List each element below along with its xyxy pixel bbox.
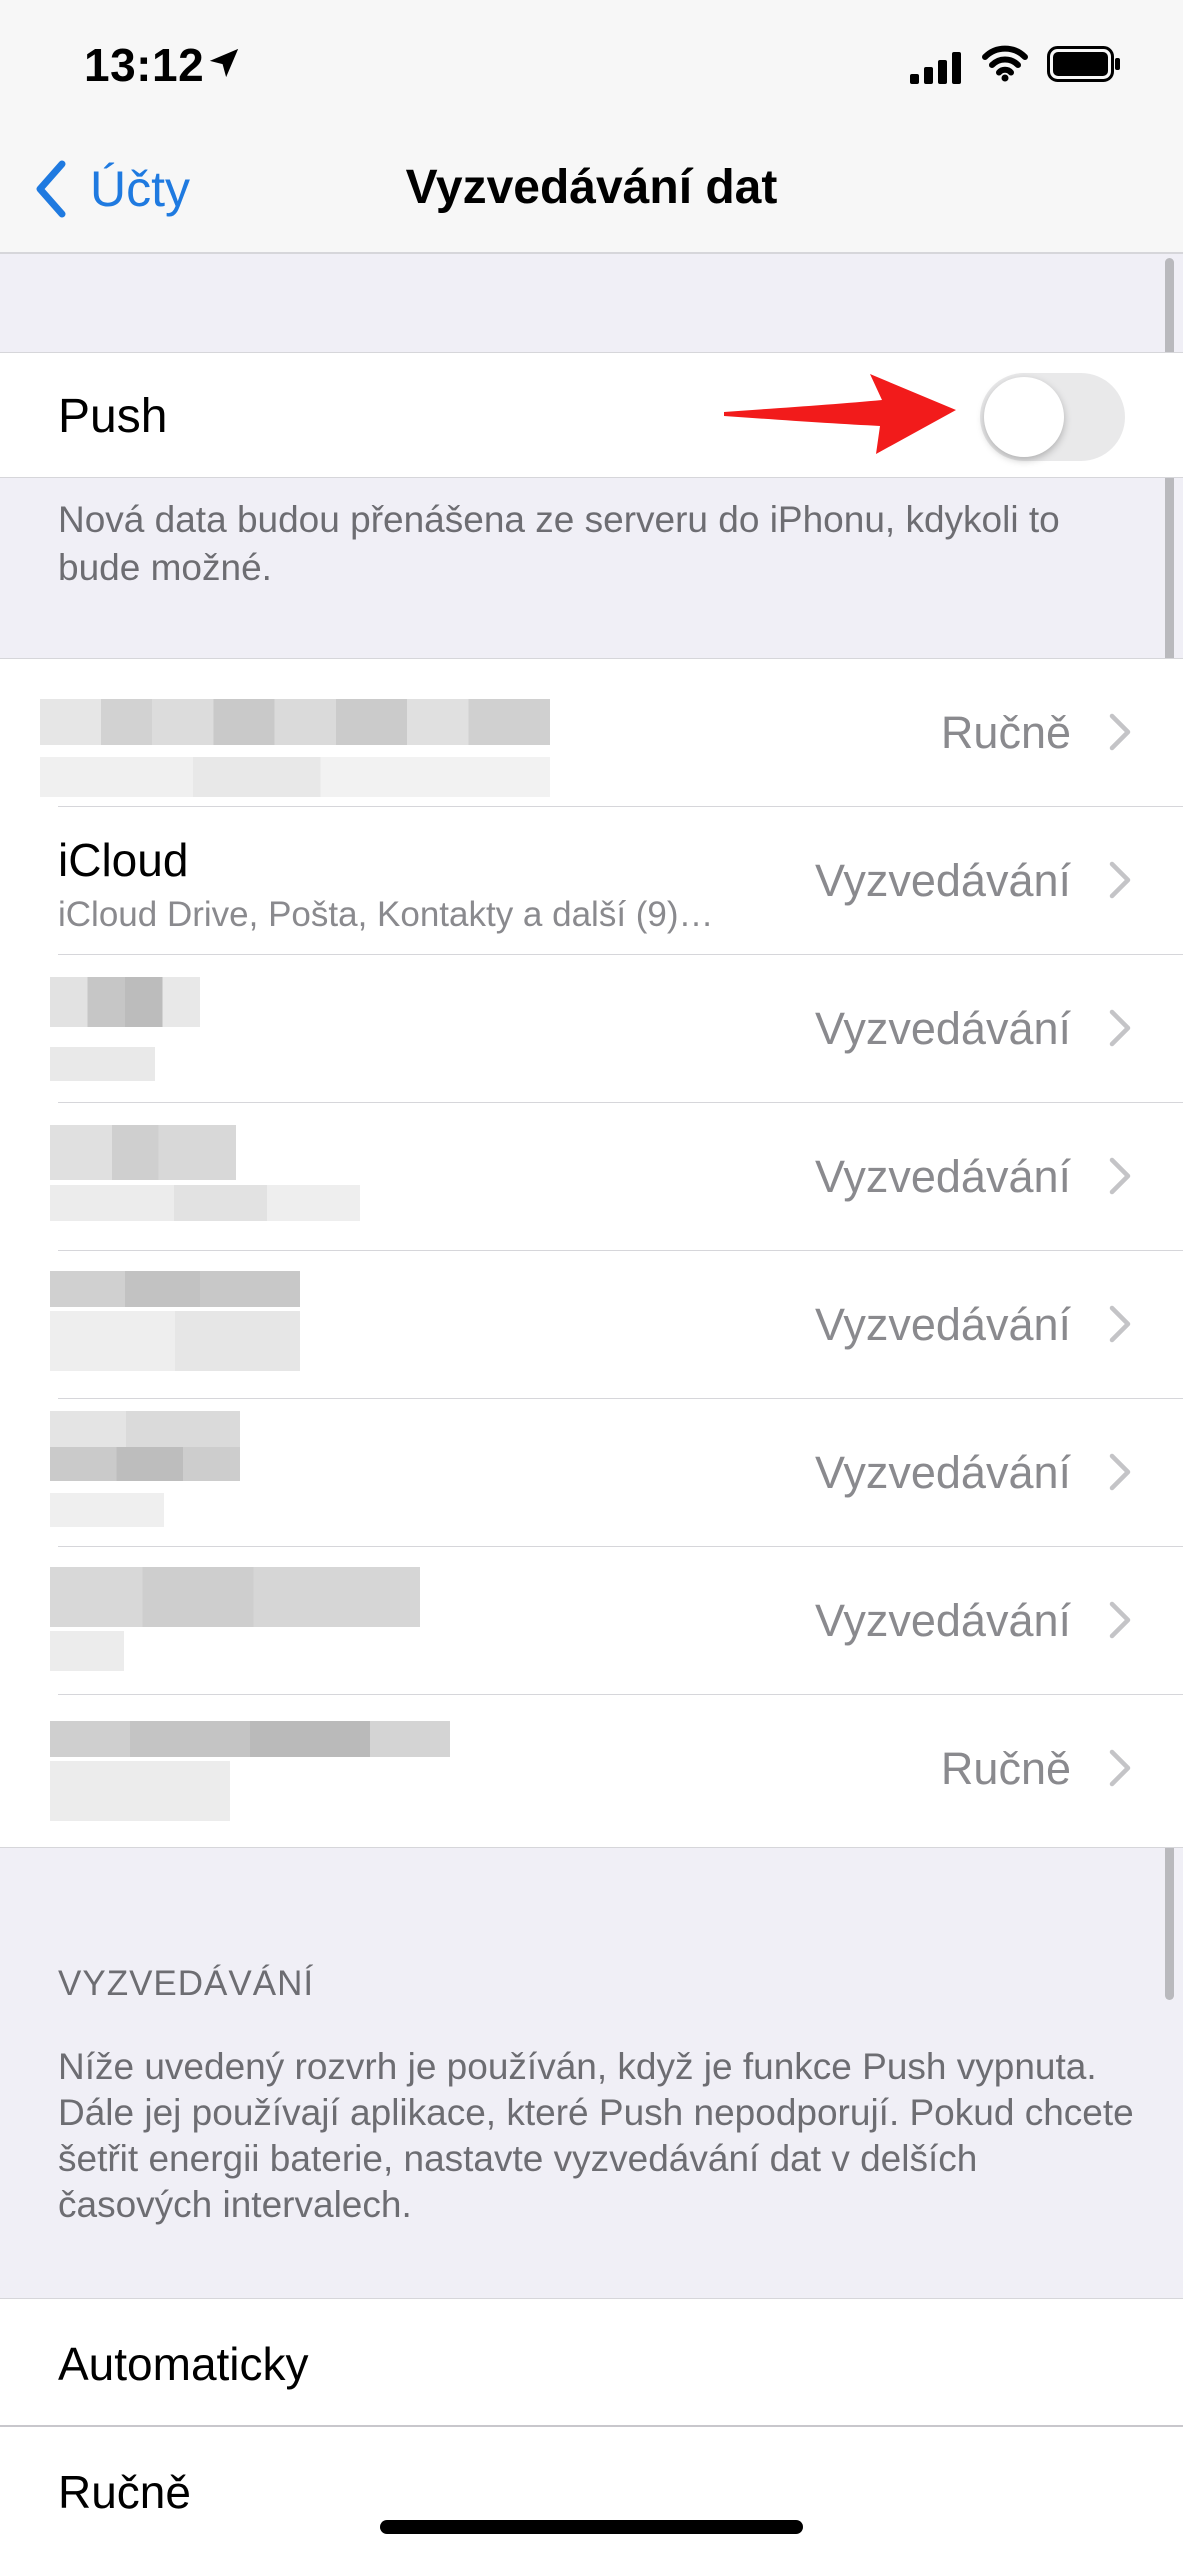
- blurred-account-name: [40, 671, 550, 801]
- push-footer-text: Nová data budou přenášena ze serveru do …: [58, 499, 1060, 588]
- account-fetch-value: Vyzvedávání: [815, 1151, 1071, 1202]
- account-fetch-value: Ručně: [940, 1743, 1071, 1794]
- battery-icon: [1047, 46, 1120, 82]
- blurred-account-name: [50, 977, 200, 1087]
- account-fetch-value: Vyzvedávání: [815, 855, 1071, 906]
- chevron-right-icon: [1109, 1157, 1131, 1195]
- status-time: 13:12: [84, 39, 205, 91]
- status-bar: 13:12: [0, 0, 1183, 130]
- chevron-right-icon: [1109, 1453, 1131, 1491]
- chevron-right-icon: [1109, 1009, 1131, 1047]
- chevron-right-icon: [1109, 861, 1131, 899]
- accounts-list: Ručně iCloud iCloud Drive, Pošta, Kontak…: [0, 658, 1183, 1848]
- account-title: iCloud: [58, 834, 189, 886]
- cellular-signal-icon: [910, 52, 961, 84]
- fetch-section-header: VYZVEDÁVÁNÍ: [58, 1964, 315, 2003]
- account-row-7[interactable]: Vyzvedávání: [0, 1547, 1183, 1695]
- account-fetch-value: Ručně: [940, 707, 1071, 758]
- account-fetch-value: Vyzvedávání: [815, 1595, 1071, 1646]
- push-row: Push: [0, 352, 1183, 478]
- page-title: Vyzvedávání dat: [405, 161, 778, 214]
- account-row-6[interactable]: Vyzvedávání: [0, 1399, 1183, 1547]
- blurred-account-name: [50, 1721, 450, 1831]
- account-row-8[interactable]: Ručně: [0, 1695, 1183, 1843]
- chevron-right-icon: [1109, 713, 1131, 751]
- wifi-icon: [982, 45, 1028, 82]
- blurred-account-name: [50, 1271, 300, 1381]
- account-row-5[interactable]: Vyzvedávání: [0, 1251, 1183, 1399]
- location-arrow-icon: [209, 48, 239, 78]
- home-indicator[interactable]: [380, 2520, 803, 2534]
- blurred-account-name: [50, 1125, 360, 1235]
- push-label: Push: [58, 390, 168, 443]
- push-toggle[interactable]: [980, 373, 1125, 461]
- account-row-1[interactable]: Ručně: [0, 659, 1183, 807]
- schedule-option-automatic[interactable]: Automaticky: [0, 2299, 1183, 2427]
- blurred-account-name: [50, 1567, 420, 1677]
- blurred-account-name: [50, 1411, 240, 1531]
- account-row-4[interactable]: Vyzvedávání: [0, 1103, 1183, 1251]
- chevron-right-icon: [1109, 1601, 1131, 1639]
- account-row-3[interactable]: Vyzvedávání: [0, 955, 1183, 1103]
- schedule-option-label: Ručně: [58, 2466, 191, 2518]
- toggle-knob: [984, 377, 1064, 457]
- account-subtitle: iCloud Drive, Pošta, Kontakty a další (9…: [58, 895, 714, 934]
- schedule-option-label: Automaticky: [58, 2338, 309, 2390]
- account-fetch-value: Vyzvedávání: [815, 1299, 1071, 1350]
- annotation-arrow-icon: [724, 374, 956, 454]
- schedule-option-manual[interactable]: Ručně: [0, 2427, 1183, 2555]
- chevron-right-icon: [1109, 1749, 1131, 1787]
- chevron-right-icon: [1109, 1305, 1131, 1343]
- account-row-icloud[interactable]: iCloud iCloud Drive, Pošta, Kontakty a d…: [0, 807, 1183, 955]
- account-fetch-value: Vyzvedávání: [815, 1447, 1071, 1498]
- fetch-section-footer: Níže uvedený rozvrh je používán, když je…: [58, 2046, 1134, 2225]
- navigation-bar: Účty Vyzvedávání dat: [0, 130, 1183, 254]
- account-fetch-value: Vyzvedávání: [815, 1003, 1071, 1054]
